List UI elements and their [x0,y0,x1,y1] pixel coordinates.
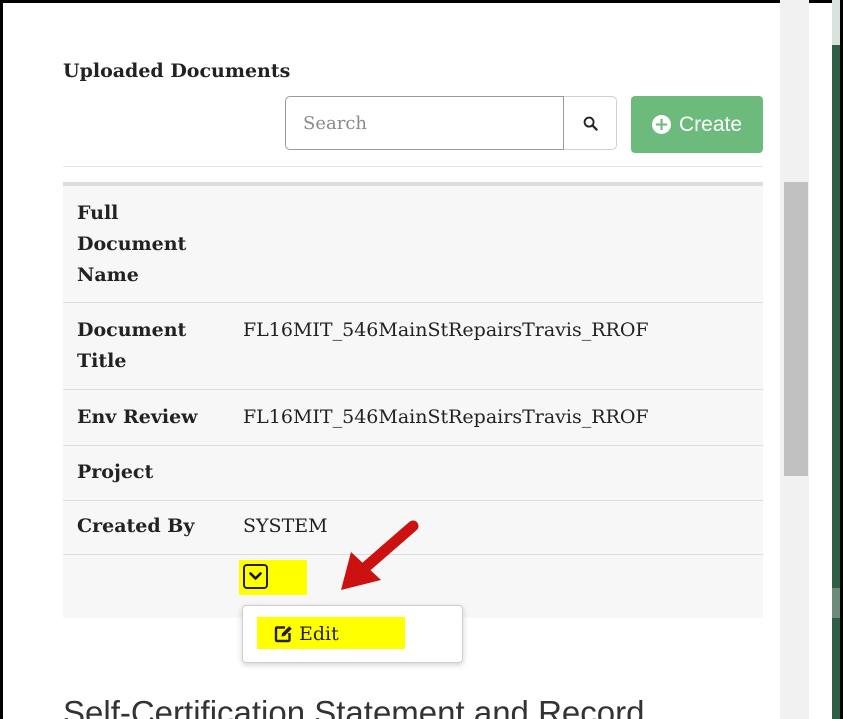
table-row: Project [63,446,763,501]
row-value-created-by: SYSTEM [243,515,328,537]
self-certification-heading: Self-Certification Statement and Record [63,694,645,719]
row-label-created-by: Created By [77,515,195,537]
row-label-project: Project [77,461,154,483]
menu-item-edit[interactable]: Edit [274,619,339,649]
scrollbar-thumb[interactable] [784,182,808,476]
search-field[interactable] [285,96,564,150]
background-page-edge [832,0,840,719]
table-row: Full Document Name [63,186,763,303]
search-input[interactable] [286,97,543,149]
row-value-document-title: FL16MIT_546MainStRepairsTravis_RROF [243,319,649,341]
create-button-label: Create [678,112,743,136]
annotation-arrow [341,520,419,590]
divider [63,166,763,167]
edit-icon [274,626,292,643]
plus-circle-icon: + [651,114,671,135]
table-row: Document Title FL16MIT_546MainStRepairsT… [63,303,763,390]
actions-dropdown-toggle[interactable] [243,564,268,589]
section-title: Uploaded Documents [63,60,291,82]
table-row: Env Review FL16MIT_546MainStRepairsTravi… [63,390,763,446]
search-button[interactable] [564,96,617,150]
row-label-env-review: Env Review [77,406,198,428]
create-button[interactable]: + Create [631,96,763,153]
document-panel: Uploaded Documents + Create Full Documen… [0,0,843,719]
row-value-env-review: FL16MIT_546MainStRepairsTravis_RROF [243,406,649,428]
row-label-document-title: Document Title [77,319,187,372]
menu-item-edit-label: Edit [299,623,339,645]
row-label-full-document-name: Full Document Name [77,202,187,286]
search-icon [583,116,598,131]
chevron-down-icon [249,572,262,580]
